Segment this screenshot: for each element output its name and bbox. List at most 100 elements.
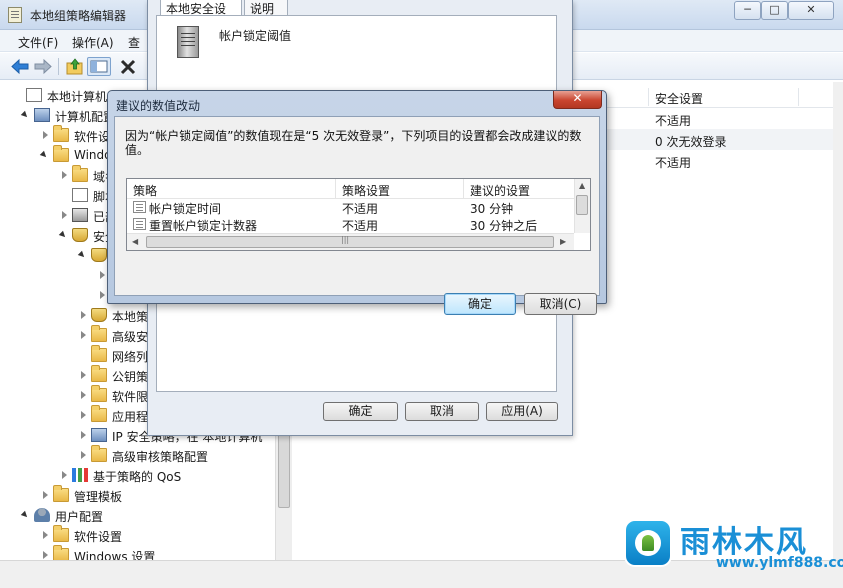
watermark-logo-icon bbox=[624, 519, 672, 567]
dialog-title: 建议的数值改动 bbox=[116, 99, 201, 113]
tree-node-label: 高级审核策略配置 bbox=[112, 450, 209, 464]
table-row[interactable]: 帐户锁定时间 不适用 30 分钟 bbox=[127, 199, 575, 216]
doc-icon bbox=[72, 188, 88, 202]
close-window-button[interactable]: ✕ bbox=[788, 1, 834, 20]
properties-apply-button[interactable]: 应用(A) bbox=[486, 402, 558, 421]
collapsed-arrow-icon[interactable] bbox=[41, 491, 49, 499]
collapsed-arrow-icon[interactable] bbox=[41, 531, 49, 539]
folder-icon bbox=[91, 445, 107, 462]
collapsed-arrow-icon[interactable] bbox=[60, 211, 68, 219]
column-divider[interactable] bbox=[798, 88, 799, 106]
properties-ok-button[interactable]: 确定 bbox=[323, 402, 398, 421]
security-setting-value: 不适用 bbox=[655, 156, 692, 170]
collapsed-arrow-icon[interactable] bbox=[41, 551, 49, 559]
folder-icon bbox=[72, 165, 88, 182]
tree-node-label: 高级安 bbox=[112, 330, 149, 344]
collapsed-arrow-icon[interactable] bbox=[79, 311, 87, 319]
arrow-left-icon bbox=[11, 58, 29, 75]
folder-icon bbox=[91, 345, 107, 362]
printer-icon bbox=[72, 208, 88, 222]
menu-file[interactable]: 文件(F) bbox=[18, 34, 58, 51]
tree-node-label: 公钥策 bbox=[112, 370, 149, 384]
header-suggested-setting[interactable]: 建议的设置 bbox=[470, 182, 530, 199]
dialog-ok-button[interactable]: 确定 bbox=[444, 293, 516, 315]
scroll-right-icon[interactable]: ▶ bbox=[560, 237, 566, 246]
header-policy-setting[interactable]: 策略设置 bbox=[342, 182, 390, 199]
header-policy[interactable]: 策略 bbox=[133, 182, 157, 199]
properties-cancel-button[interactable]: 取消 bbox=[405, 402, 479, 421]
expanded-arrow-icon[interactable] bbox=[22, 511, 30, 519]
cell-setting: 不适用 bbox=[342, 219, 379, 233]
folder-up-icon bbox=[66, 58, 83, 75]
tree-node-label: 软件限 bbox=[112, 390, 149, 404]
server-policy-icon bbox=[177, 26, 199, 58]
security-setting-value: 不适用 bbox=[655, 114, 692, 128]
minimize-button[interactable]: ─ bbox=[734, 1, 761, 20]
table-row[interactable]: 重置帐户锁定计数器 不适用 30 分钟之后 bbox=[127, 216, 575, 233]
console-tree-icon bbox=[90, 60, 108, 73]
delete-button[interactable] bbox=[118, 57, 138, 76]
table-vertical-scroll-thumb[interactable] bbox=[576, 195, 588, 215]
doc-icon bbox=[26, 88, 42, 102]
column-divider[interactable] bbox=[648, 88, 649, 106]
forward-button[interactable] bbox=[33, 57, 53, 76]
dialog-cancel-button[interactable]: 取消(C) bbox=[524, 293, 597, 315]
tree-node-label: 基于策略的 QoS bbox=[93, 470, 182, 484]
folder-icon bbox=[91, 365, 107, 382]
folder-icon bbox=[53, 545, 69, 560]
dialog-message: 因为“帐户锁定阈值”的数值现在是“5 次无效登录”，下列项目的设置都会改成建议的… bbox=[125, 129, 582, 157]
collapsed-arrow-icon[interactable] bbox=[79, 411, 87, 419]
list-scrollbar[interactable] bbox=[833, 82, 843, 560]
computer-icon bbox=[91, 428, 107, 442]
tree-node-label: 应用程 bbox=[112, 410, 149, 424]
watermark-url: www.ylmf888.com bbox=[716, 555, 843, 571]
tree-node-label: 用户配置 bbox=[55, 510, 104, 524]
tab-explain[interactable]: 说明 bbox=[244, 0, 288, 16]
suggested-settings-table: 策略 策略设置 建议的设置 帐户锁定时间 不适用 30 分钟 重置帐户锁定计数器 不适用… bbox=[126, 178, 591, 251]
folder-icon bbox=[53, 125, 69, 142]
expanded-arrow-icon[interactable] bbox=[22, 111, 30, 119]
column-divider[interactable] bbox=[463, 179, 464, 199]
folder-icon bbox=[91, 405, 107, 422]
column-divider[interactable] bbox=[335, 179, 336, 199]
collapsed-arrow-icon[interactable] bbox=[79, 451, 87, 459]
collapsed-arrow-icon[interactable] bbox=[79, 331, 87, 339]
maximize-button[interactable]: □ bbox=[761, 1, 788, 20]
scroll-up-icon[interactable]: ▲ bbox=[579, 181, 585, 190]
policy-name: 帐户锁定阈值 bbox=[219, 29, 292, 43]
menu-action[interactable]: 操作(A) bbox=[72, 34, 114, 51]
up-one-level-button[interactable] bbox=[65, 57, 85, 76]
tree-node-label: 计算机配置 bbox=[55, 110, 116, 124]
collapsed-arrow-icon[interactable] bbox=[98, 291, 106, 299]
collapsed-arrow-icon[interactable] bbox=[60, 471, 68, 479]
user-icon bbox=[34, 508, 50, 522]
collapsed-arrow-icon[interactable] bbox=[79, 391, 87, 399]
expanded-arrow-icon[interactable] bbox=[41, 151, 49, 159]
collapsed-arrow-icon[interactable] bbox=[79, 371, 87, 379]
cell-suggested: 30 分钟 bbox=[470, 202, 514, 216]
tree-node-label: 本地策 bbox=[112, 310, 149, 324]
cell-setting: 不适用 bbox=[342, 202, 379, 216]
collapsed-arrow-icon[interactable] bbox=[41, 131, 49, 139]
scroll-left-icon[interactable]: ◀ bbox=[132, 237, 138, 246]
show-hide-console-tree-button[interactable] bbox=[87, 57, 111, 76]
tree-node-label: 软件设 bbox=[74, 130, 111, 144]
tree-node-label: Windo bbox=[74, 148, 112, 162]
folder-icon bbox=[53, 485, 69, 502]
shield-icon bbox=[91, 308, 107, 322]
expanded-arrow-icon[interactable] bbox=[79, 251, 87, 259]
column-security-setting[interactable]: 安全设置 bbox=[655, 90, 703, 107]
collapsed-arrow-icon[interactable] bbox=[60, 171, 68, 179]
collapsed-arrow-icon[interactable] bbox=[98, 271, 106, 279]
expanded-arrow-icon[interactable] bbox=[60, 231, 68, 239]
minimize-icon: ─ bbox=[744, 3, 751, 16]
collapsed-arrow-icon[interactable] bbox=[79, 431, 87, 439]
dialog-close-button[interactable]: ✕ bbox=[553, 91, 602, 109]
folder-icon bbox=[91, 325, 107, 342]
cell-suggested: 30 分钟之后 bbox=[470, 219, 538, 233]
menu-view[interactable]: 查 bbox=[128, 34, 140, 51]
back-button[interactable] bbox=[10, 57, 30, 76]
security-setting-value: 0 次无效登录 bbox=[655, 135, 727, 149]
chart-icon bbox=[72, 468, 88, 482]
table-horizontal-scroll-thumb[interactable]: ||| bbox=[146, 235, 554, 248]
